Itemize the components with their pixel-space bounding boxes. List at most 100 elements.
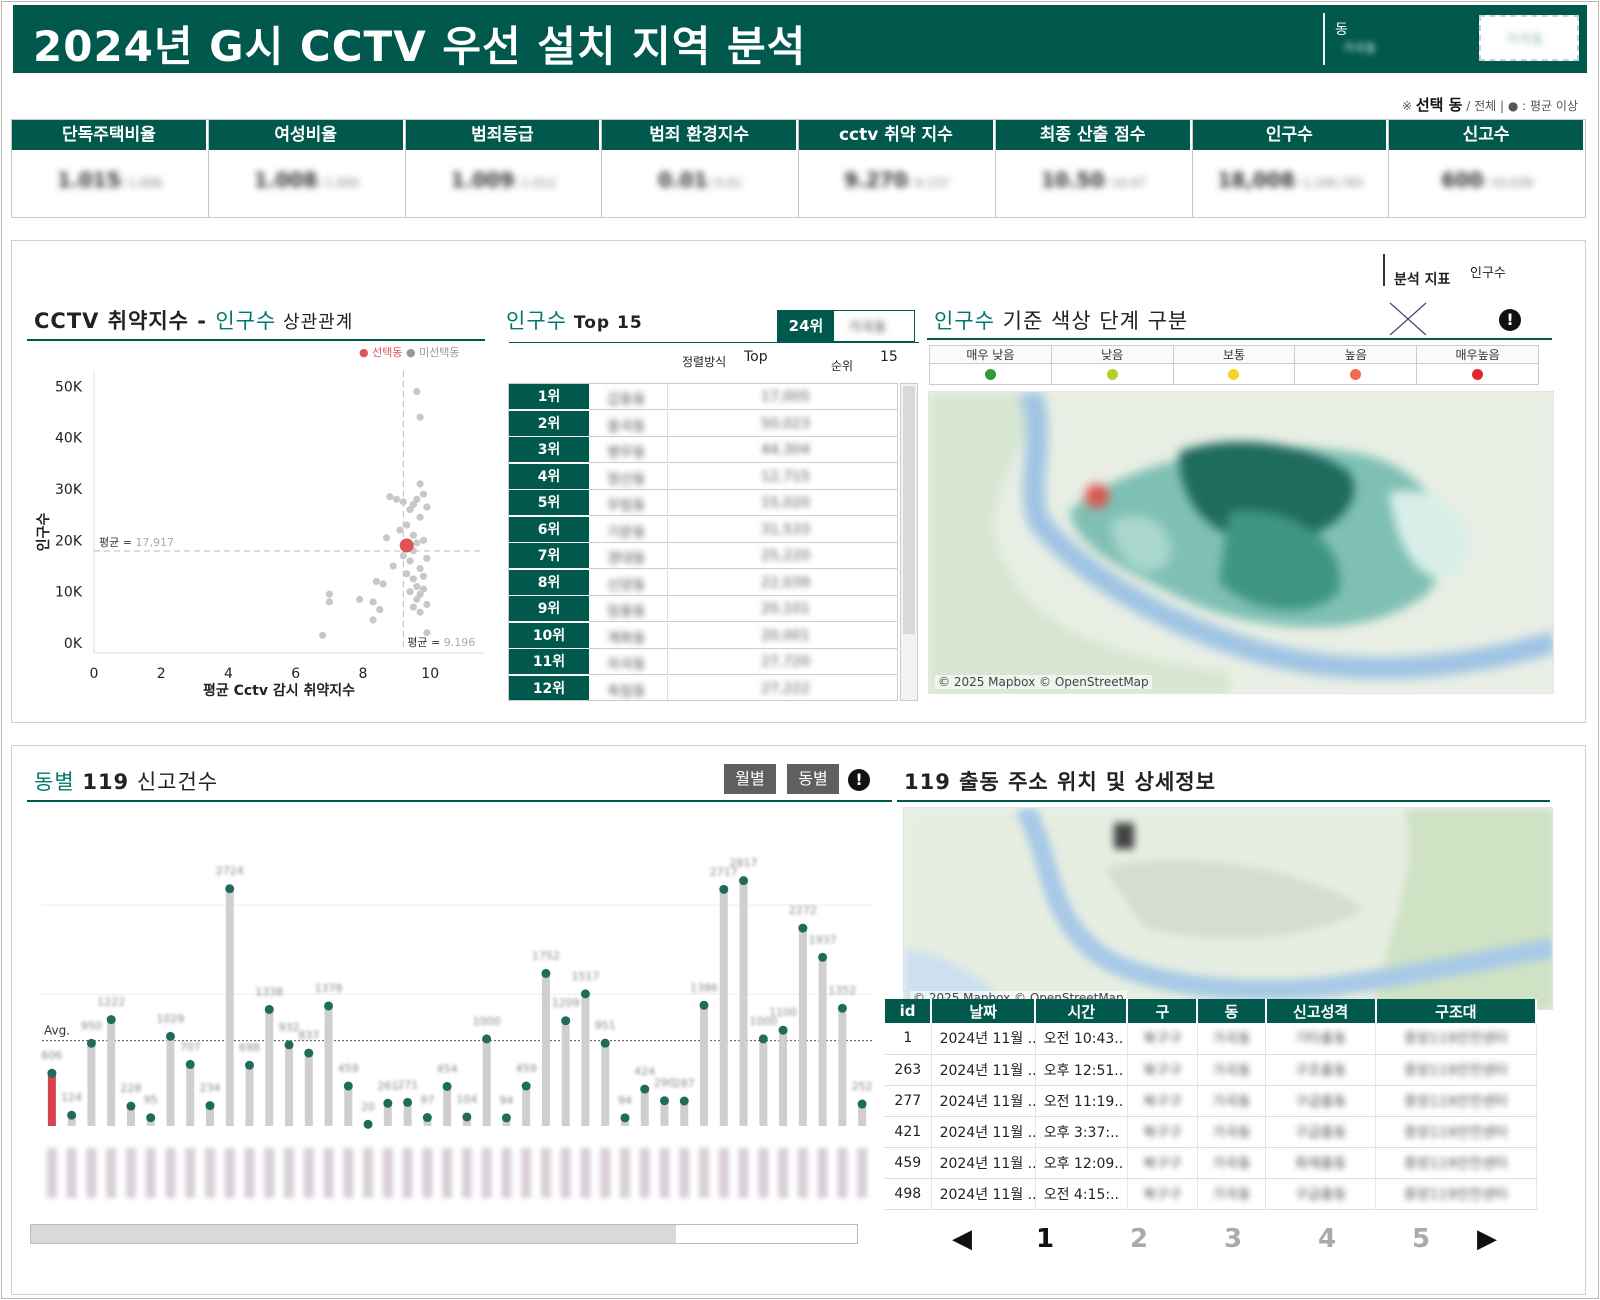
scatter-point[interactable]: [406, 557, 414, 565]
scatter-point[interactable]: [319, 631, 327, 639]
bar-point[interactable]: [185, 1059, 195, 1069]
bar-point[interactable]: [501, 1113, 511, 1123]
bar[interactable]: [265, 1009, 274, 1126]
bar-point[interactable]: [126, 1101, 136, 1111]
bar-point[interactable]: [422, 1113, 432, 1123]
bar[interactable]: [759, 1038, 768, 1126]
table-row[interactable]: 3위 병무동 44,304: [509, 437, 897, 463]
color-level[interactable]: 높음: [1295, 346, 1418, 384]
scatter-point[interactable]: [379, 580, 387, 588]
bar[interactable]: [107, 1019, 116, 1126]
scatter-point[interactable]: [419, 572, 428, 580]
scatter-point[interactable]: [423, 554, 431, 562]
scatter-point[interactable]: [376, 606, 384, 614]
table-row[interactable]: 4위 정산동 12,715: [509, 463, 897, 490]
info-icon[interactable]: !: [1499, 309, 1521, 331]
color-level[interactable]: 매우 낮음: [930, 346, 1052, 384]
bar-point[interactable]: [580, 989, 590, 999]
bar[interactable]: [798, 928, 807, 1126]
bar-point[interactable]: [106, 1015, 116, 1025]
scatter-point[interactable]: [416, 513, 424, 521]
bar[interactable]: [739, 880, 748, 1126]
scatter-point[interactable]: [392, 495, 401, 503]
bar[interactable]: [700, 1005, 709, 1126]
bar-point[interactable]: [561, 1016, 571, 1026]
bar[interactable]: [522, 1086, 531, 1126]
reports-info-icon[interactable]: !: [848, 769, 870, 791]
table-row[interactable]: 9위 임용동 20,101: [509, 596, 897, 622]
by-dong-toggle-button[interactable]: 동별: [787, 764, 839, 794]
bar-point[interactable]: [778, 1025, 788, 1035]
top15-scrollbar[interactable]: [900, 383, 918, 701]
bar[interactable]: [245, 1065, 254, 1126]
bar-point[interactable]: [541, 968, 551, 978]
scatter-point[interactable]: [413, 595, 421, 603]
bar-point[interactable]: [758, 1034, 768, 1044]
bar[interactable]: [838, 1008, 847, 1126]
table-row[interactable]: 11위 자곡동 27,720: [509, 649, 897, 675]
tab-selected-dong[interactable]: 가곡동: [848, 317, 887, 337]
bar-point[interactable]: [818, 952, 828, 962]
scatter-point[interactable]: [403, 570, 411, 578]
scatter-point[interactable]: [325, 598, 333, 606]
bar-point[interactable]: [403, 1097, 413, 1107]
bar-point[interactable]: [798, 923, 808, 933]
scatter-point[interactable]: [369, 598, 377, 606]
bar[interactable]: [719, 889, 728, 1126]
page-number[interactable]: 4: [1318, 1224, 1336, 1254]
bar-point[interactable]: [47, 1068, 57, 1078]
dispatch-location-map[interactable]: © 2025 Mapbox © OpenStreetMap: [903, 807, 1553, 1010]
scatter-point[interactable]: [389, 562, 397, 570]
sort-method-select[interactable]: Top: [744, 349, 768, 365]
table-row[interactable]: 277 2024년 11월 .. 오전 11:19.. 북구구 가곡동 구급출동 중앙119…: [885, 1085, 1537, 1117]
bar-point[interactable]: [482, 1034, 492, 1044]
bar-point[interactable]: [304, 1048, 314, 1058]
table-row[interactable]: 421 2024년 11월 .. 오후 3:37:.. 북구구 가곡동 구급출동 중앙119…: [885, 1116, 1537, 1148]
scatter-point[interactable]: [423, 629, 431, 637]
bar[interactable]: [186, 1064, 195, 1126]
bar-point[interactable]: [462, 1112, 472, 1122]
monthly-toggle-button[interactable]: 월별: [724, 764, 776, 794]
bar-point[interactable]: [146, 1113, 156, 1123]
bar[interactable]: [561, 1020, 570, 1126]
scatter-point[interactable]: [409, 575, 417, 583]
scatter-point[interactable]: [423, 600, 431, 609]
bar-point[interactable]: [739, 876, 749, 886]
bar-point[interactable]: [225, 884, 235, 894]
table-row[interactable]: 10위 계화동 20,001: [509, 622, 897, 649]
scatter-point[interactable]: [416, 608, 424, 616]
scatter-point[interactable]: [325, 590, 333, 598]
bar[interactable]: [779, 1030, 788, 1126]
column-header[interactable]: 동: [1197, 999, 1267, 1023]
color-level[interactable]: 매우높음: [1417, 346, 1538, 384]
bar[interactable]: [482, 1038, 491, 1126]
table-row[interactable]: 7위 경대동 25,220: [509, 543, 897, 569]
scatter-point[interactable]: [356, 595, 364, 603]
bar-point[interactable]: [383, 1098, 393, 1108]
reports-bar-chart[interactable]: Avg. 606 124 950 1222 22895 1029 707 234 2724 698 1…: [32, 816, 882, 1236]
scatter-point[interactable]: [416, 413, 424, 421]
bar[interactable]: [225, 888, 234, 1126]
dong-select-button[interactable]: 가곡동: [1479, 15, 1579, 61]
column-header[interactable]: 구: [1127, 999, 1199, 1023]
scatter-point[interactable]: [423, 503, 431, 511]
scatter-point[interactable]: [406, 505, 414, 514]
bar-point[interactable]: [205, 1101, 215, 1111]
bar-point[interactable]: [660, 1096, 669, 1106]
bar[interactable]: [87, 1043, 96, 1126]
bar-point[interactable]: [600, 1038, 610, 1048]
bar[interactable]: [304, 1053, 313, 1126]
bar-point[interactable]: [857, 1099, 867, 1109]
scatter-point[interactable]: [382, 534, 391, 542]
scatter-point[interactable]: [413, 582, 421, 591]
page-number[interactable]: 2: [1130, 1224, 1148, 1254]
color-level[interactable]: 보통: [1173, 346, 1296, 384]
bar-point[interactable]: [343, 1081, 353, 1091]
prev-page-icon[interactable]: ◀: [952, 1224, 972, 1254]
column-header[interactable]: 시간: [1035, 999, 1129, 1023]
bar-point[interactable]: [719, 884, 729, 894]
bar-point[interactable]: [284, 1040, 294, 1050]
bar[interactable]: [166, 1036, 175, 1126]
scatter-point[interactable]: [372, 577, 381, 586]
scatter-point[interactable]: [403, 521, 411, 529]
